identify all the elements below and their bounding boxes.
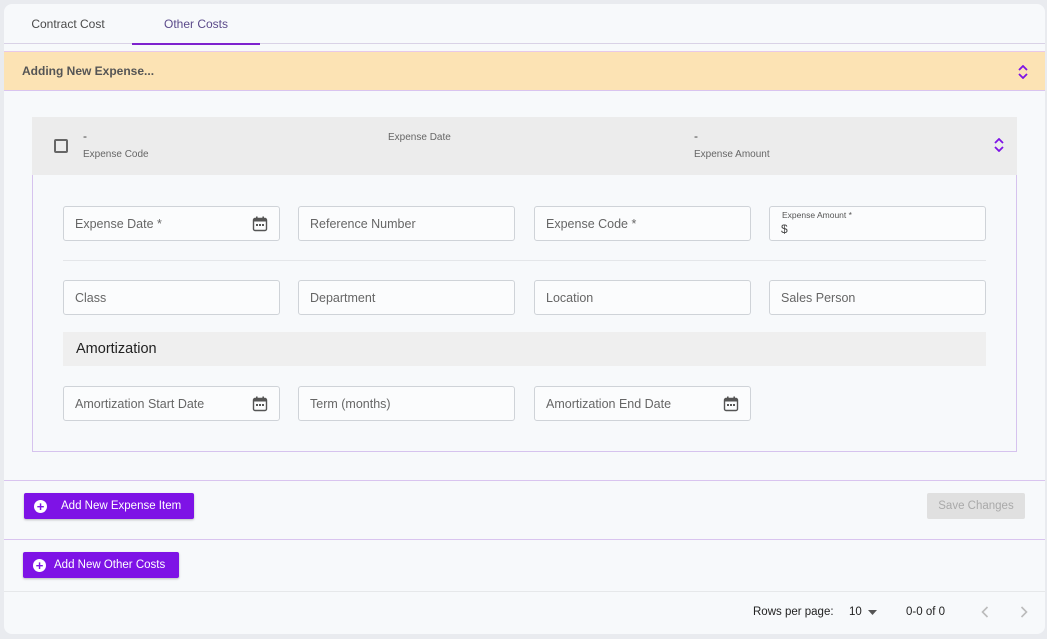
add-expense-item-label: Add New Expense Item <box>61 500 182 512</box>
term-months-placeholder: Term (months) <box>310 396 391 411</box>
amortization-start-date-placeholder: Amortization Start Date <box>75 396 205 411</box>
expense-amount-label: Expense Amount <box>694 149 770 160</box>
department-field[interactable]: Department <box>298 280 515 315</box>
amortization-end-date-placeholder: Amortization End Date <box>546 396 672 411</box>
tab-other-costs[interactable]: Other Costs <box>132 4 260 45</box>
expense-amount-field-label: Expense Amount * <box>780 210 854 220</box>
location-field[interactable]: Location <box>534 280 751 315</box>
department-placeholder: Department <box>310 290 376 305</box>
expense-detail-form: Expense Date * Reference Number Expense … <box>32 175 1017 452</box>
expense-amount-value: - <box>694 129 698 143</box>
amortization-start-date-field[interactable]: Amortization Start Date <box>63 386 280 421</box>
plus-circle-icon: + <box>34 499 47 513</box>
expense-code-placeholder: Expense Code * <box>546 216 637 231</box>
rows-per-page-value: 10 <box>849 606 862 618</box>
add-expense-item-button[interactable]: + Add New Expense Item <box>24 493 194 519</box>
add-other-costs-button[interactable]: + Add New Other Costs <box>23 552 179 578</box>
add-other-costs-label: Add New Other Costs <box>54 559 166 571</box>
form-divider <box>63 260 986 261</box>
class-placeholder: Class <box>75 290 107 305</box>
reference-number-field[interactable]: Reference Number <box>298 206 515 241</box>
rows-per-page-select[interactable]: 10 <box>849 602 877 622</box>
expense-summary-row[interactable]: - Expense Code Expense Date - Expense Am… <box>32 117 1017 175</box>
expense-code-value: - <box>83 129 87 143</box>
collapse-icon[interactable] <box>1015 64 1031 80</box>
adding-expense-banner: Adding New Expense... <box>4 51 1045 91</box>
expense-select-checkbox[interactable] <box>54 139 68 153</box>
chevron-right-icon[interactable] <box>1016 604 1032 620</box>
expense-date-label: Expense Date <box>388 132 451 143</box>
section-divider <box>4 539 1045 540</box>
expense-section: - Expense Code Expense Date - Expense Am… <box>4 91 1045 481</box>
expense-amount-field[interactable]: Expense Amount * $ <box>769 206 986 241</box>
calendar-icon[interactable] <box>252 396 268 412</box>
term-months-field[interactable]: Term (months) <box>298 386 515 421</box>
expense-code-field[interactable]: Expense Code * <box>534 206 751 241</box>
reference-number-placeholder: Reference Number <box>310 216 416 231</box>
rows-per-page-label: Rows per page: <box>753 606 834 618</box>
amortization-end-date-field[interactable]: Amortization End Date <box>534 386 751 421</box>
expense-date-placeholder: Expense Date * <box>75 216 162 231</box>
tab-bar: Contract Cost Other Costs <box>4 4 1045 45</box>
currency-prefix: $ <box>781 221 788 236</box>
chevron-left-icon[interactable] <box>977 604 993 620</box>
footer-divider <box>4 591 1045 592</box>
calendar-icon[interactable] <box>252 216 268 232</box>
collapse-icon[interactable] <box>991 137 1007 153</box>
other-costs-panel: Contract Cost Other Costs Adding New Exp… <box>4 4 1045 634</box>
save-changes-button[interactable]: Save Changes <box>927 493 1025 519</box>
amortization-heading: Amortization <box>63 332 986 366</box>
class-field[interactable]: Class <box>63 280 280 315</box>
location-placeholder: Location <box>546 290 594 305</box>
tab-contract-cost[interactable]: Contract Cost <box>4 4 132 44</box>
banner-title: Adding New Expense... <box>22 64 155 78</box>
expense-date-field[interactable]: Expense Date * <box>63 206 280 241</box>
sales-person-placeholder: Sales Person <box>781 290 856 305</box>
expense-code-label: Expense Code <box>83 149 149 160</box>
sales-person-field[interactable]: Sales Person <box>769 280 986 315</box>
caret-down-icon <box>867 606 877 618</box>
plus-circle-icon: + <box>33 558 46 572</box>
pagination-range: 0-0 of 0 <box>906 606 945 618</box>
calendar-icon[interactable] <box>723 396 739 412</box>
